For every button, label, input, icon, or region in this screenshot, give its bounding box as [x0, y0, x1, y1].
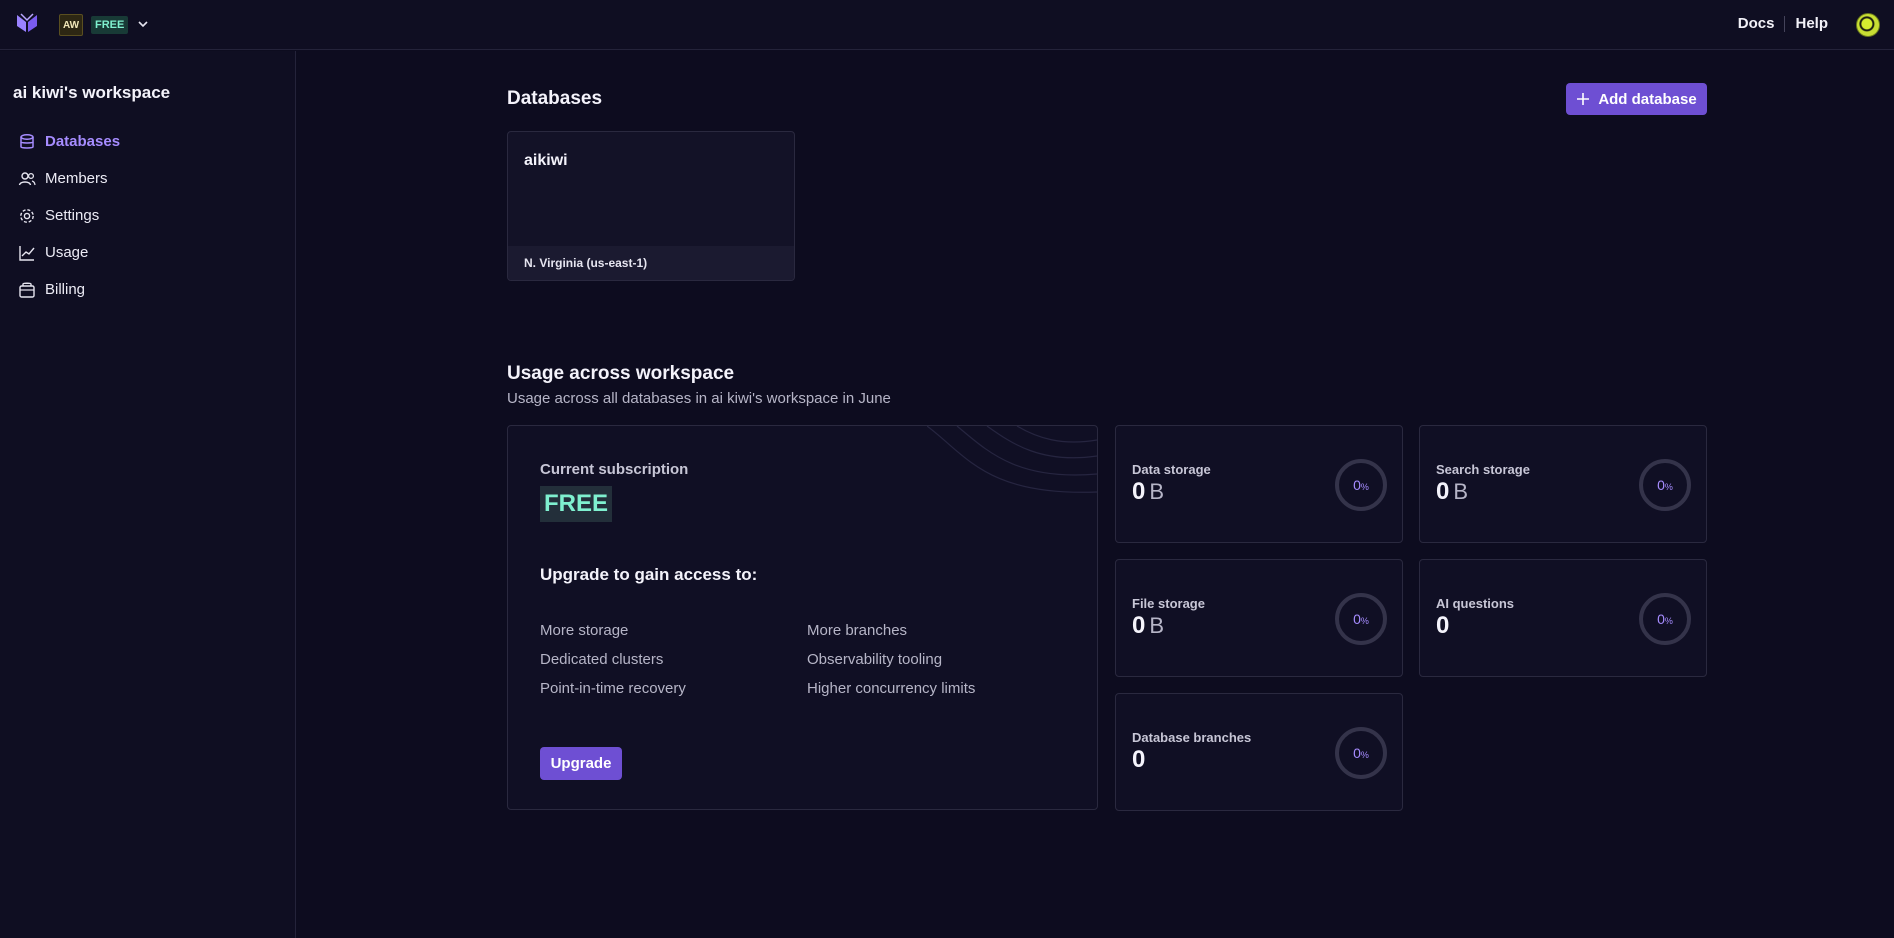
stat-card-ai-questions: AI questions 0 0%	[1419, 559, 1707, 677]
stat-label: Search storage	[1436, 462, 1530, 477]
stat-value: 0	[1132, 746, 1146, 773]
usage-heading: Usage across workspace	[507, 363, 735, 384]
database-icon	[18, 133, 36, 151]
progress-percent: 0%	[1657, 477, 1673, 493]
sidebar-item-label: Usage	[45, 244, 89, 261]
sidebar-nav: Databases Members Settings Usage Billing	[0, 123, 296, 308]
sidebar-item-label: Settings	[45, 207, 100, 224]
docs-link[interactable]: Docs	[1738, 15, 1775, 32]
stat-label: Database branches	[1132, 730, 1252, 745]
sidebar-item-label: Databases	[45, 133, 121, 150]
feature-item: Dedicated clusters	[540, 651, 664, 668]
subscription-label: Current subscription	[540, 461, 689, 478]
wallet-icon	[18, 281, 36, 299]
stat-value: 0B	[1132, 478, 1165, 505]
stat-value: 0B	[1436, 478, 1469, 505]
sidebar-item-billing[interactable]: Billing	[0, 271, 296, 308]
main-content: Databases Add database aikiwi N. Virgini…	[297, 51, 1894, 938]
users-icon	[18, 170, 36, 188]
subscription-plan: FREE	[540, 486, 613, 522]
upgrade-heading: Upgrade to gain access to:	[540, 565, 758, 584]
stat-card-search-storage: Search storage 0B 0%	[1419, 425, 1707, 543]
subscription-card: Current subscription FREE Upgrade to gai…	[507, 425, 1098, 810]
database-card[interactable]: aikiwi N. Virginia (us-east-1)	[507, 131, 795, 281]
progress-percent: 0%	[1353, 477, 1369, 493]
feature-item: More branches	[807, 622, 908, 639]
sidebar-item-label: Billing	[45, 281, 86, 298]
decorative-waves	[927, 426, 1097, 493]
stat-value: 0	[1436, 612, 1450, 639]
add-database-button[interactable]: Add database	[1566, 83, 1707, 115]
sidebar: ai kiwi's workspace Databases Members Se…	[0, 51, 296, 938]
chart-line-icon	[18, 244, 36, 262]
sidebar-item-label: Members	[45, 170, 108, 187]
workspace-title: ai kiwi's workspace	[13, 83, 171, 102]
sidebar-item-usage[interactable]: Usage	[0, 234, 296, 271]
user-avatar[interactable]	[1856, 13, 1880, 37]
stat-label: File storage	[1132, 596, 1205, 611]
top-links: Docs Help	[1738, 15, 1828, 32]
add-database-label: Add database	[1598, 90, 1697, 108]
feature-item: Higher concurrency limits	[807, 680, 976, 697]
progress-percent: 0%	[1657, 611, 1673, 627]
upgrade-button[interactable]: Upgrade	[540, 747, 622, 780]
feature-item: Observability tooling	[807, 651, 943, 668]
plus-icon	[1577, 93, 1590, 105]
stat-card-database-branches: Database branches 0 0%	[1115, 693, 1403, 811]
logo-icon[interactable]	[15, 12, 39, 36]
usage-subtitle: Usage across all databases in ai kiwi's …	[507, 390, 891, 407]
database-region: N. Virginia (us-east-1)	[508, 246, 794, 280]
databases-heading: Databases	[507, 88, 603, 109]
chevron-down-icon[interactable]	[137, 18, 149, 30]
stat-label: AI questions	[1436, 596, 1515, 611]
stat-card-file-storage: File storage 0B 0%	[1115, 559, 1403, 677]
plan-badge: FREE	[91, 16, 129, 34]
progress-percent: 0%	[1353, 611, 1369, 627]
stat-card-data-storage: Data storage 0B 0%	[1115, 425, 1403, 543]
sidebar-item-databases[interactable]: Databases	[0, 123, 296, 160]
workspace-avatar[interactable]: AW	[59, 14, 83, 36]
gear-icon	[18, 207, 36, 225]
divider	[1784, 15, 1786, 32]
stat-label: Data storage	[1132, 462, 1211, 477]
sidebar-item-settings[interactable]: Settings	[0, 197, 296, 234]
feature-item: Point-in-time recovery	[540, 680, 686, 697]
help-link[interactable]: Help	[1795, 15, 1828, 32]
stat-value: 0B	[1132, 612, 1165, 639]
sidebar-item-members[interactable]: Members	[0, 160, 296, 197]
database-name: aikiwi	[524, 152, 568, 169]
feature-item: More storage	[540, 622, 629, 639]
progress-percent: 0%	[1353, 745, 1369, 761]
top-bar: AW FREE Docs Help	[0, 0, 1894, 50]
